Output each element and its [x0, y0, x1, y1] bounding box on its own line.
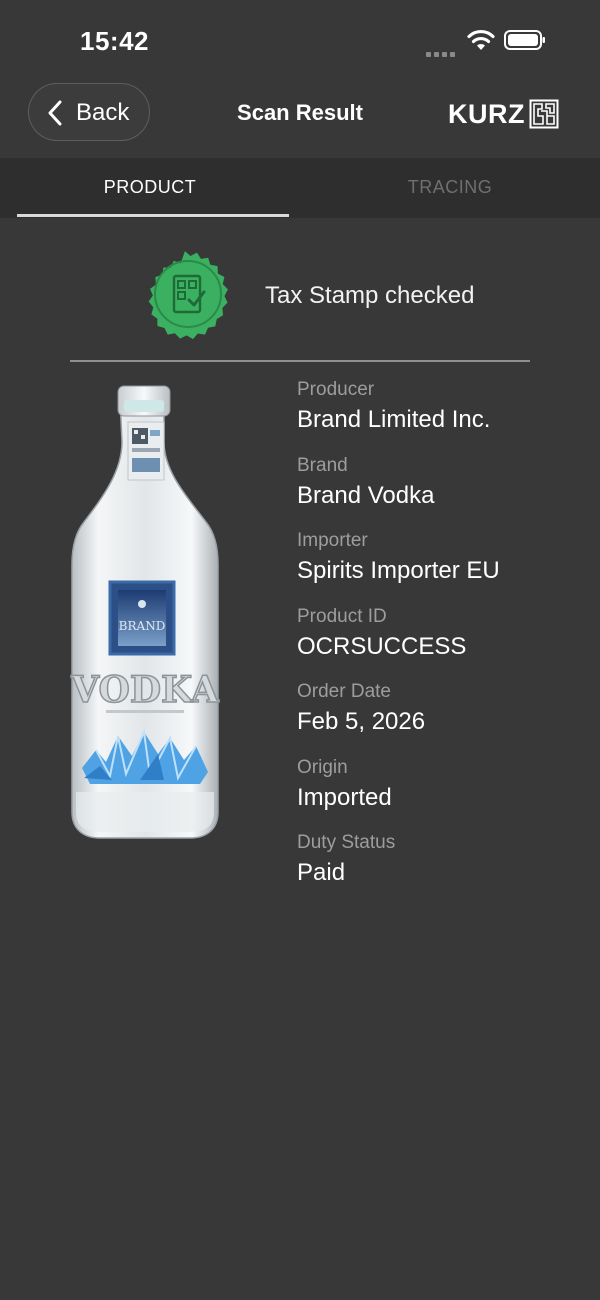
duty-status-label: Duty Status: [297, 832, 396, 853]
tab-bar: PRODUCT TRACING: [0, 158, 600, 218]
battery-icon: [504, 30, 545, 50]
svg-text:BRAND: BRAND: [119, 619, 166, 633]
brand-label: Brand: [297, 454, 348, 476]
duty-status-value: Paid: [297, 859, 346, 886]
importer-value: Spirits Importer EU: [297, 557, 500, 584]
product-id-label: Product ID: [297, 605, 387, 627]
origin-value: Imported: [297, 783, 392, 811]
signal-icon: [426, 44, 458, 57]
navigation-bar: Back Scan Result KURZ: [0, 80, 600, 158]
status-bar: 15:42: [0, 0, 600, 80]
page-title: Scan Result: [237, 100, 363, 125]
product-id-field: Product ID OCRSUCCESS: [297, 605, 587, 681]
verification-status: Tax Stamp checked: [0, 246, 600, 342]
brand-value: Brand Vodka: [297, 481, 435, 509]
brand-logo: KURZ: [448, 98, 559, 130]
verification-text: Tax Stamp checked: [265, 282, 475, 309]
status-time: 15:42: [80, 26, 149, 56]
tax-stamp-verified-icon: [148, 251, 228, 340]
back-button[interactable]: Back: [28, 83, 150, 141]
back-button-label: Back: [76, 99, 130, 126]
origin-field: Origin Imported: [297, 756, 587, 832]
kurz-logo-icon: [529, 99, 559, 129]
brand-logo-text: KURZ: [448, 99, 525, 129]
brand-field: Brand Brand Vodka: [297, 454, 587, 530]
origin-label: Origin: [297, 756, 348, 778]
producer-field: Producer Brand Limited Inc.: [297, 378, 587, 454]
tab-product[interactable]: PRODUCT: [0, 158, 300, 218]
product-id-value: OCRSUCCESS: [297, 632, 467, 660]
duty-status-field: Duty Status Paid: [297, 831, 587, 907]
wifi-icon: [467, 29, 495, 50]
importer-field: Importer Spirits Importer EU: [297, 529, 587, 605]
product-details: Producer Brand Limited Inc. Brand Brand …: [297, 378, 587, 907]
divider: [70, 360, 530, 362]
order-date-value: Feb 5, 2026: [297, 708, 426, 735]
tab-tracing[interactable]: TRACING: [300, 158, 600, 218]
order-date-label: Order Date: [297, 681, 391, 702]
bottle-label-text: VODKA: [70, 669, 220, 711]
order-date-field: Order Date Feb 5, 2026: [297, 680, 587, 756]
chevron-left-icon: [48, 100, 62, 126]
producer-value: Brand Limited Inc.: [297, 406, 491, 433]
producer-label: Producer: [297, 379, 375, 400]
importer-label: Importer: [297, 530, 368, 551]
product-image: BRAND VODKA: [69, 385, 221, 839]
active-tab-indicator: [17, 214, 289, 217]
